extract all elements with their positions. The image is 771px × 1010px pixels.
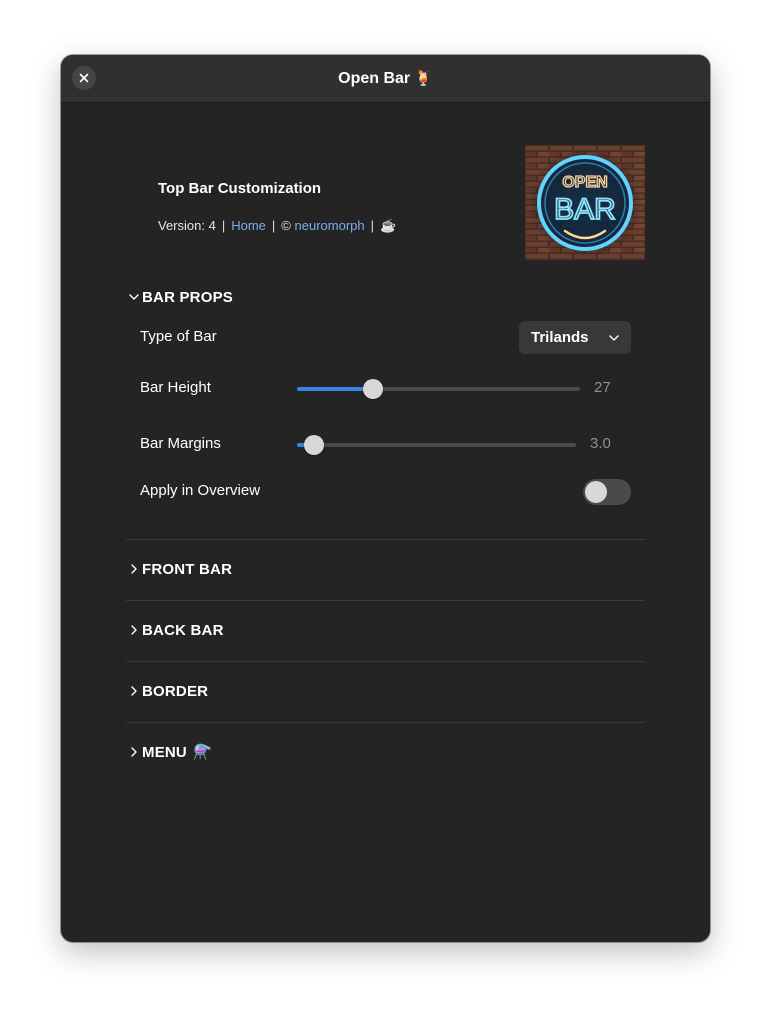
slider-handle[interactable] <box>303 435 324 455</box>
separator: | <box>221 218 226 233</box>
section-label: BORDER <box>142 682 209 700</box>
bar-margins-label: Bar Margins <box>140 435 221 452</box>
logo-text-open: OPEN <box>562 174 607 191</box>
bar-margins-slider[interactable] <box>297 435 576 455</box>
author-link[interactable]: neuromorph <box>295 218 365 233</box>
chevron-down-icon <box>126 289 142 305</box>
slider-handle[interactable] <box>363 379 384 399</box>
section-border[interactable]: BORDER <box>126 671 645 711</box>
coffee-emoji: ☕ <box>380 218 397 233</box>
section-back-bar[interactable]: BACK BAR <box>126 610 645 650</box>
section-label: BACK BAR <box>142 621 224 639</box>
section-menu[interactable]: MENU ⚗️ <box>126 732 645 772</box>
chevron-right-icon <box>126 622 142 638</box>
chevron-right-icon <box>126 561 142 577</box>
page-title: Top Bar Customization <box>158 180 322 197</box>
type-of-bar-label: Type of Bar <box>140 328 217 345</box>
close-button[interactable] <box>72 66 96 90</box>
window-title: Open Bar 🍹 <box>61 55 710 102</box>
chevron-down-icon <box>609 335 619 341</box>
logo-text-bar: BAR <box>554 193 616 226</box>
apply-in-overview-toggle[interactable] <box>583 479 631 505</box>
window-title-text: Open Bar <box>338 70 411 87</box>
bar-height-label: Bar Height <box>140 379 211 396</box>
section-label: FRONT BAR <box>142 560 233 578</box>
titlebar: Open Bar 🍹 <box>61 55 710 103</box>
version-label: Version: 4 <box>158 218 216 233</box>
preferences-window: Open Bar 🍹 Top Bar Customization Version:… <box>61 55 710 942</box>
copyright-symbol: © <box>281 218 291 233</box>
cocktail-emoji: 🍹 <box>414 70 433 87</box>
bar-margins-value: 3.0 <box>590 435 611 452</box>
section-front-bar[interactable]: FRONT BAR <box>126 549 645 589</box>
apply-in-overview-label: Apply in Overview <box>140 482 261 499</box>
alembic-emoji: ⚗️ <box>192 744 212 761</box>
bar-height-value: 27 <box>594 379 611 396</box>
open-bar-logo: OPEN BAR <box>525 145 645 260</box>
chevron-right-icon <box>126 683 142 699</box>
header-meta: Version: 4 | Home | © neuromorph | ☕ <box>158 218 396 234</box>
bar-height-slider[interactable] <box>297 379 580 399</box>
section-bar-props[interactable]: BAR PROPS <box>126 277 645 317</box>
dropdown-selected-value: Trilands <box>531 329 589 346</box>
home-link[interactable]: Home <box>231 218 266 233</box>
separator: | <box>271 218 276 233</box>
slider-fill <box>297 387 374 391</box>
section-label: MENU <box>142 743 187 761</box>
close-icon <box>79 73 89 83</box>
divider <box>126 600 645 601</box>
divider <box>126 722 645 723</box>
separator: | <box>370 218 375 233</box>
chevron-right-icon <box>126 744 142 760</box>
divider <box>126 539 645 540</box>
toggle-knob <box>585 481 607 503</box>
type-of-bar-dropdown[interactable]: Trilands <box>519 321 631 354</box>
section-label: BAR PROPS <box>142 288 233 306</box>
divider <box>126 661 645 662</box>
